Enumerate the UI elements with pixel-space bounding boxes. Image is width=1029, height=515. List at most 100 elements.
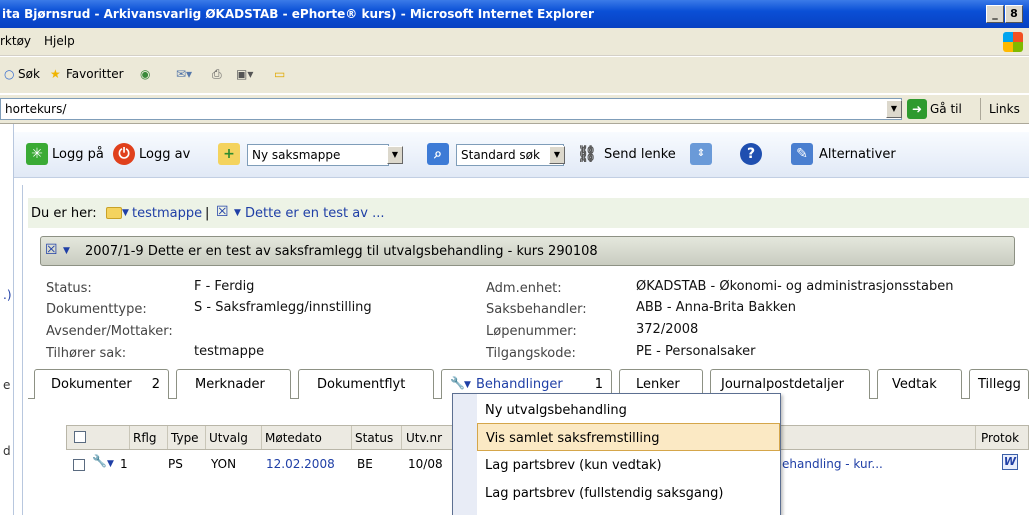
new-folder-select[interactable]: Ny saksmappe [247,144,389,166]
tab-label: Journalpostdetaljer [721,377,844,392]
column-separator [205,426,206,449]
login-button[interactable]: Logg på [52,147,104,162]
tab-documents[interactable]: Dokumenter 2 [34,369,169,399]
row-title-link[interactable]: ehandling - kur... [782,457,883,471]
breadcrumb-item-folder[interactable]: testmappe [132,206,202,221]
column-header-meeting-date[interactable]: Møtedato [265,431,322,445]
folder-icon [106,207,122,219]
breadcrumb-prefix: Du er her: [31,206,97,221]
gutter-text-2: e [3,378,11,392]
window-title: ita Bjørnsrud - Arkivansvarlig ØKADSTAB … [2,7,594,21]
column-header-utvnr[interactable]: Utv.nr [406,431,442,445]
links-button[interactable]: Links [989,102,1020,116]
new-folder-select-value: Ny saksmappe [252,148,341,162]
column-header-type[interactable]: Type [171,431,199,445]
tab-decision[interactable]: Vedtak [877,369,962,399]
breadcrumb-separator: | [205,206,210,221]
menu-item-party-letter-full[interactable]: Lag partsbrev (fullstendig saksgang) [477,479,780,507]
row-utvnr: 10/08 [408,457,443,471]
field-label-sender: Avsender/Mottaker: [46,324,173,339]
search-type-select-value: Standard søk [461,148,540,162]
chevron-down-icon[interactable]: ▼ [234,208,241,218]
send-link-button[interactable]: Send lenke [604,147,676,162]
tab-comments[interactable]: Merknader [176,369,291,399]
search-icon[interactable]: ○ [4,67,14,81]
search-button[interactable]: Søk [18,67,40,81]
field-value-unit: ØKADSTAB - Økonomi- og administrasjonsst… [636,279,954,294]
row-meeting-date-link[interactable]: 12.02.2008 [266,457,335,471]
chevron-down-icon[interactable]: ▼ [107,459,114,469]
search-type-select[interactable]: Standard søk [456,144,564,166]
tab-label: Merknader [195,377,265,392]
gutter-text-3: d [3,444,11,458]
document-icon[interactable]: ☒ [45,242,58,258]
messenger-icon[interactable]: ▭ [274,67,285,81]
link-icon[interactable]: ⛓ [576,143,598,165]
field-label-number: Løpenummer: [486,324,577,339]
breadcrumb-item-document[interactable]: Dette er en test av ... [245,206,384,221]
row-committee: YON [211,457,237,471]
logout-button[interactable]: Logg av [139,147,190,162]
tab-additions[interactable]: Tillegg [969,369,1029,399]
field-value-handler: ABB - Anna-Brita Bakken [636,300,797,315]
menu-item-party-letter-decision[interactable]: Lag partsbrev (kun vedtak) [477,451,780,479]
help-icon[interactable]: ? [740,143,762,165]
treatments-dropdown-menu: Ny utvalgsbehandling Vis samlet saksfrem… [452,393,781,515]
logout-icon[interactable]: ⏻ [113,143,135,165]
go-button[interactable]: Gå til [930,102,962,116]
tab-label: Dokumentflyt [317,377,406,392]
menu-bar: rktøy Hjelp [0,28,1029,56]
tab-label: Vedtak [892,377,937,392]
menu-item-help[interactable]: Hjelp [44,34,75,48]
alternatives-icon[interactable]: ✎ [791,143,813,165]
left-frame-strip: .) e d [0,124,14,515]
edit-icon[interactable]: ▣▾ [236,67,253,81]
go-arrow-icon[interactable]: ➜ [907,99,927,119]
field-value-number: 372/2008 [636,322,699,337]
word-document-icon[interactable]: W [1002,454,1018,470]
favorites-button[interactable]: Favoritter [66,67,124,81]
menu-item-show-summary[interactable]: Vis samlet saksfremstilling [477,423,780,451]
column-header-status[interactable]: Status [355,431,393,445]
column-header-protocol[interactable]: Protok [981,431,1019,445]
login-icon[interactable]: ✳ [26,143,48,165]
history-icon[interactable]: ◉ [140,67,150,81]
ephorte-toolbar: ✳ Logg på ⏻ Logg av + Ny saksmappe ▼ ⌕ S… [14,132,1029,178]
column-header-rflg[interactable]: Rflg [133,431,157,445]
chevron-down-icon[interactable]: ▼ [464,380,471,390]
tab-label: Dokumenter [51,377,132,392]
tab-label: Tillegg [978,377,1021,392]
gutter-text-1: .) [3,288,12,302]
menu-item-new-treatment[interactable]: Ny utvalgsbehandling [477,396,780,424]
print-icon[interactable]: ⎙ [212,67,222,82]
menu-item-tools[interactable]: rktøy [0,34,31,48]
chevron-down-icon[interactable]: ▼ [122,208,129,218]
mail-icon[interactable]: ✉▾ [176,67,192,81]
field-label-unit: Adm.enhet: [486,281,562,296]
new-folder-icon[interactable]: + [218,143,240,165]
chevron-down-icon[interactable]: ▼ [63,246,70,256]
tab-document-flow[interactable]: Dokumentflyt [298,369,434,399]
minimize-button[interactable]: _ [986,5,1004,23]
wrench-icon[interactable]: 🔧 [450,376,465,390]
browser-toolbar: ○ Søk ★ Favoritter ◉ ✉▾ ⎙ ▣▾ ▭ [0,57,1029,93]
star-icon: ★ [50,67,61,81]
search-type-dropdown-button[interactable]: ▼ [549,146,565,164]
maximize-button[interactable]: 8 [1005,5,1023,23]
new-folder-dropdown-button[interactable]: ▼ [387,146,403,164]
column-header-committee[interactable]: Utvalg [209,431,248,445]
row-checkbox[interactable] [73,459,85,471]
tab-label: Behandlinger [476,377,563,392]
column-separator [167,426,168,449]
select-all-checkbox[interactable] [74,431,86,443]
alternatives-button[interactable]: Alternativer [819,147,896,162]
column-separator [129,426,130,449]
up-down-arrows-icon[interactable]: ⇕ [690,143,712,165]
case-link[interactable]: testmappe [194,344,264,359]
window-title-bar: ita Bjørnsrud - Arkivansvarlig ØKADSTAB … [0,0,1029,28]
search-icon[interactable]: ⌕ [427,143,449,165]
menu-gutter [453,394,477,515]
address-dropdown-button[interactable]: ▼ [886,100,902,118]
address-input[interactable]: hortekurs/ [0,98,902,120]
wrench-icon[interactable]: 🔧 [92,454,107,468]
